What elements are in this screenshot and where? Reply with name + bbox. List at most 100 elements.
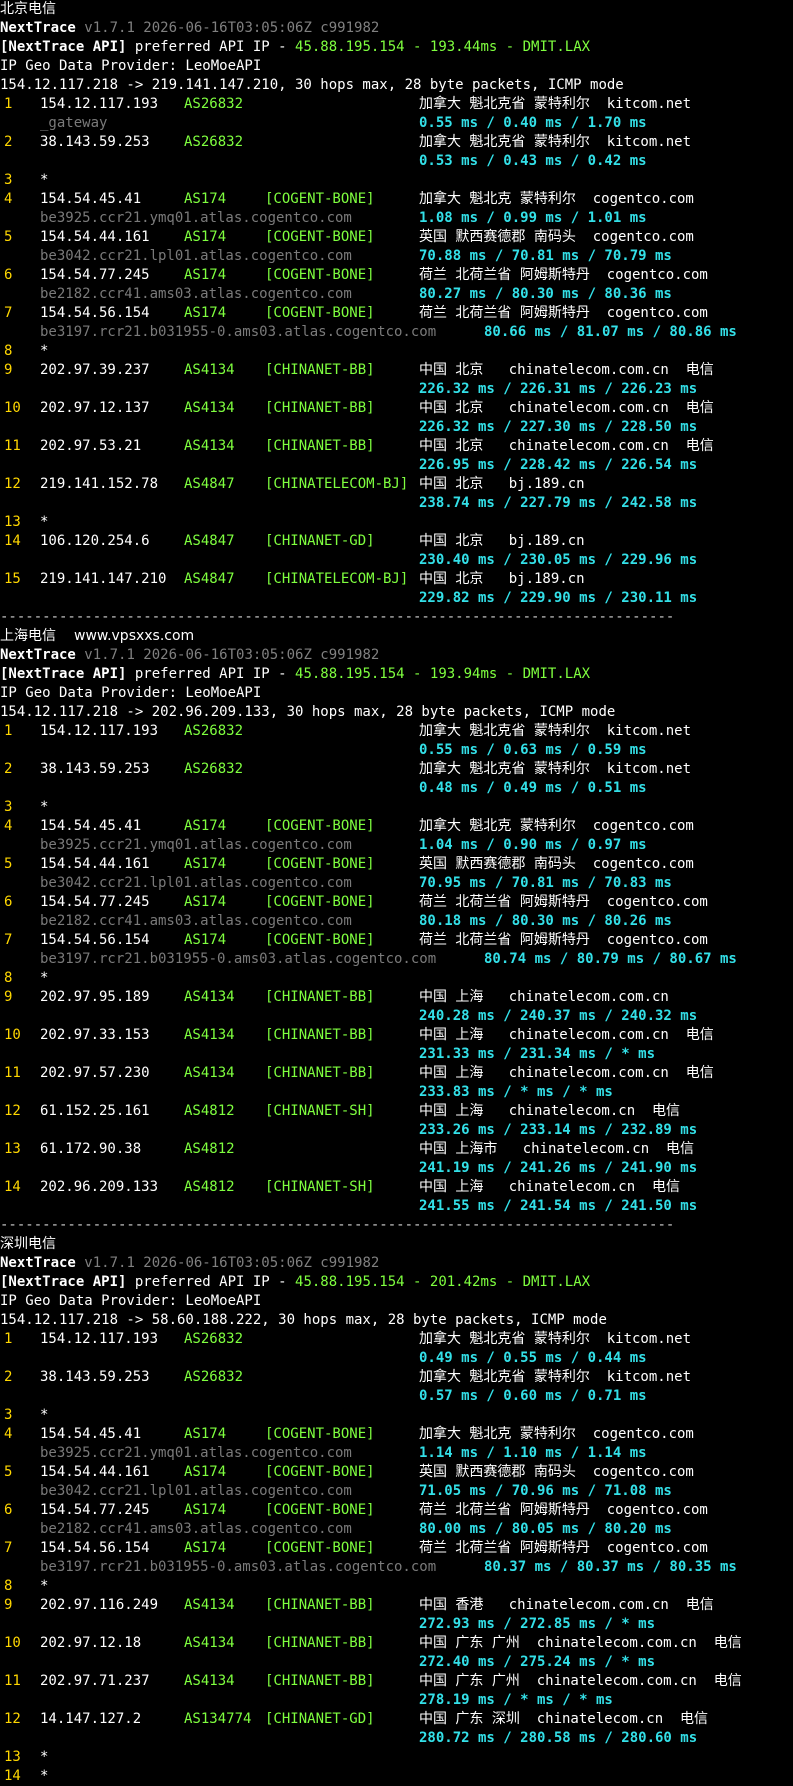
hop-network: [COGENT-BONE] [265, 1540, 375, 1556]
hop-row: 3 * [0, 798, 793, 817]
hop-rtt: 241.19 ms / 241.26 ms / 241.90 ms [419, 1160, 698, 1176]
api-ip: 45.88.195.154 [295, 666, 405, 682]
hop-row: 6 154.54.77.245 AS174 [COGENT-BONE] 荷兰 北荷兰省 … [0, 1501, 793, 1520]
hop-ip: * [40, 172, 49, 188]
hop-rtt: 0.49 ms / 0.55 ms / 0.44 ms [419, 1350, 647, 1366]
hop-ip: * [40, 970, 49, 986]
hop-geo: 中国 北京 chinatelecom.com.cn 电信 [419, 438, 714, 454]
route-info: 154.12.117.218 -> 202.96.209.133, 30 hop… [0, 704, 616, 720]
hop-asn: AS4812 [184, 1179, 235, 1195]
hop-row: 2 38.143.59.253 AS26832 加拿大 魁北克省 蒙特利尔 kitco… [0, 133, 793, 152]
hop-number: 14 [4, 1768, 21, 1784]
hop-row: 11 202.97.53.21 AS4134 [CHINANET-BB] 中国 北京 c… [0, 437, 793, 456]
hop-asn: AS4134 [184, 1027, 235, 1043]
hop-detail-row: 280.72 ms / 280.58 ms / 280.60 ms [0, 1729, 793, 1748]
hop-number: 4 [4, 818, 13, 834]
hop-rtt: 280.72 ms / 280.58 ms / 280.60 ms [419, 1730, 698, 1746]
hop-ip: * [40, 1578, 49, 1594]
hop-number: 11 [4, 1673, 21, 1689]
hop-asn: AS4847 [184, 533, 235, 549]
hop-hostname: be3925.ccr21.ymq01.atlas.cogentco.com [40, 210, 352, 226]
hop-asn: AS174 [184, 267, 227, 283]
api-text: preferred API IP - [126, 1274, 296, 1290]
api-line: [NextTrace API] preferred API IP - 45.88… [0, 665, 793, 684]
hop-network: [CHINANET-GD] [265, 533, 375, 549]
hop-detail-row: 233.83 ms / * ms / * ms [0, 1083, 793, 1102]
hop-row: 12 14.147.127.2 AS134774 [CHINANET-GD] 中国 广东… [0, 1710, 793, 1729]
hop-geo: 加拿大 魁北克省 蒙特利尔 kitcom.net [419, 723, 692, 739]
hop-network: [CHINANET-SH] [265, 1179, 375, 1195]
hop-rtt: 1.08 ms / 0.99 ms / 1.01 ms [419, 210, 647, 226]
hop-ip: 202.97.12.137 [40, 400, 150, 416]
hop-hostname: be3042.ccr21.lpl01.atlas.cogentco.com [40, 248, 352, 264]
hop-asn: AS26832 [184, 1369, 244, 1385]
hop-number: 15 [4, 571, 21, 587]
hop-detail-row: 233.26 ms / 233.14 ms / 232.89 ms [0, 1121, 793, 1140]
hop-detail-row: 238.74 ms / 227.79 ms / 242.58 ms [0, 494, 793, 513]
hop-asn: AS174 [184, 856, 227, 872]
hop-number: 9 [4, 362, 13, 378]
hop-rtt: 71.05 ms / 70.96 ms / 71.08 ms [419, 1483, 672, 1499]
section-title: 北京电信 [0, 1, 56, 17]
hop-detail-row: 226.32 ms / 227.30 ms / 228.50 ms [0, 418, 793, 437]
hop-network: [CHINANET-SH] [265, 1103, 375, 1119]
hop-hostname: be3925.ccr21.ymq01.atlas.cogentco.com [40, 1445, 352, 1461]
hop-number: 6 [4, 267, 13, 283]
separator: ----------------------------------------… [0, 609, 675, 625]
hop-geo: 加拿大 魁北克 蒙特利尔 cogentco.com [419, 818, 694, 834]
geo-provider: IP Geo Data Provider: LeoMoeAPI [0, 1293, 262, 1309]
hop-asn: AS4134 [184, 1635, 235, 1651]
hop-rtt: 226.32 ms / 226.31 ms / 226.23 ms [419, 381, 698, 397]
hop-row: 8 * [0, 969, 793, 988]
hop-geo: 中国 香港 chinatelecom.com.cn 电信 [419, 1597, 714, 1613]
hop-asn: AS174 [184, 894, 227, 910]
hop-number: 9 [4, 989, 13, 1005]
hop-number: 10 [4, 1027, 21, 1043]
hop-row: 15 219.141.147.210 AS4847 [CHINATELECOM-BJ]… [0, 570, 793, 589]
hop-row: 7 154.54.56.154 AS174 [COGENT-BONE] 荷兰 北荷兰省 … [0, 304, 793, 323]
hop-row: 8 * [0, 1577, 793, 1596]
hop-asn: AS174 [184, 1540, 227, 1556]
hop-row: 14 106.120.254.6 AS4847 [CHINANET-GD] 中国 北京 … [0, 532, 793, 551]
hop-asn: AS4134 [184, 1065, 235, 1081]
api-prefix: [NextTrace API] [0, 666, 127, 682]
hop-geo: 荷兰 北荷兰省 阿姆斯特丹 cogentco.com [419, 1540, 708, 1556]
hop-geo: 中国 上海 chinatelecom.com.cn 电信 [419, 1027, 714, 1043]
hop-detail-row: 229.82 ms / 229.90 ms / 230.11 ms [0, 589, 793, 608]
hop-number: 12 [4, 476, 21, 492]
api-node: DMIT.LAX [522, 666, 591, 682]
hop-rtt: 226.32 ms / 227.30 ms / 228.50 ms [419, 419, 698, 435]
hop-ip: 219.141.147.210 [40, 571, 167, 587]
hop-row: 1 154.12.117.193 AS26832 加拿大 魁北克省 蒙特利尔 kitc… [0, 95, 793, 114]
hop-number: 8 [4, 970, 13, 986]
hop-asn: AS174 [184, 229, 227, 245]
hop-number: 6 [4, 894, 13, 910]
hop-asn: AS4812 [184, 1103, 235, 1119]
hop-detail-row: be3925.ccr21.ymq01.atlas.cogentco.com 1.0… [0, 836, 793, 855]
route-info: 154.12.117.218 -> 219.141.147.210, 30 ho… [0, 77, 624, 93]
hop-number: 1 [4, 723, 13, 739]
geo-provider-line: IP Geo Data Provider: LeoMoeAPI [0, 684, 793, 703]
hop-row: 6 154.54.77.245 AS174 [COGENT-BONE] 荷兰 北荷兰省 … [0, 266, 793, 285]
hop-row: 10 202.97.12.18 AS4134 [CHINANET-BB] 中国 广东 广… [0, 1634, 793, 1653]
hop-network: [CHINANET-BB] [265, 400, 375, 416]
hop-rtt: 0.48 ms / 0.49 ms / 0.51 ms [419, 780, 647, 796]
hop-ip: 202.97.116.249 [40, 1597, 159, 1613]
api-latency: 193.94ms [429, 666, 498, 682]
hop-hostname: _gateway [40, 115, 108, 131]
hop-hostname: be3197.rcr21.b031955-0.ams03.atlas.cogen… [40, 324, 437, 340]
hop-network: [CHINANET-BB] [265, 989, 375, 1005]
hop-ip: 154.54.77.245 [40, 267, 150, 283]
hop-row: 13 * [0, 513, 793, 532]
hop-geo: 中国 上海 chinatelecom.com.cn [419, 989, 669, 1005]
hop-row: 9 202.97.116.249 AS4134 [CHINANET-BB] 中国 香港 … [0, 1596, 793, 1615]
hop-geo: 荷兰 北荷兰省 阿姆斯特丹 cogentco.com [419, 305, 708, 321]
hop-asn: AS4134 [184, 362, 235, 378]
hop-row: 5 154.54.44.161 AS174 [COGENT-BONE] 英国 默西赛德郡… [0, 1463, 793, 1482]
hop-detail-row: 240.28 ms / 240.37 ms / 240.32 ms [0, 1007, 793, 1026]
hop-geo: 中国 上海 chinatelecom.cn 电信 [419, 1103, 681, 1119]
hop-network: [CHINANET-BB] [265, 1673, 375, 1689]
api-text: preferred API IP - [126, 39, 296, 55]
api-node: DMIT.LAX [522, 1274, 591, 1290]
api-line: [NextTrace API] preferred API IP - 45.88… [0, 38, 793, 57]
